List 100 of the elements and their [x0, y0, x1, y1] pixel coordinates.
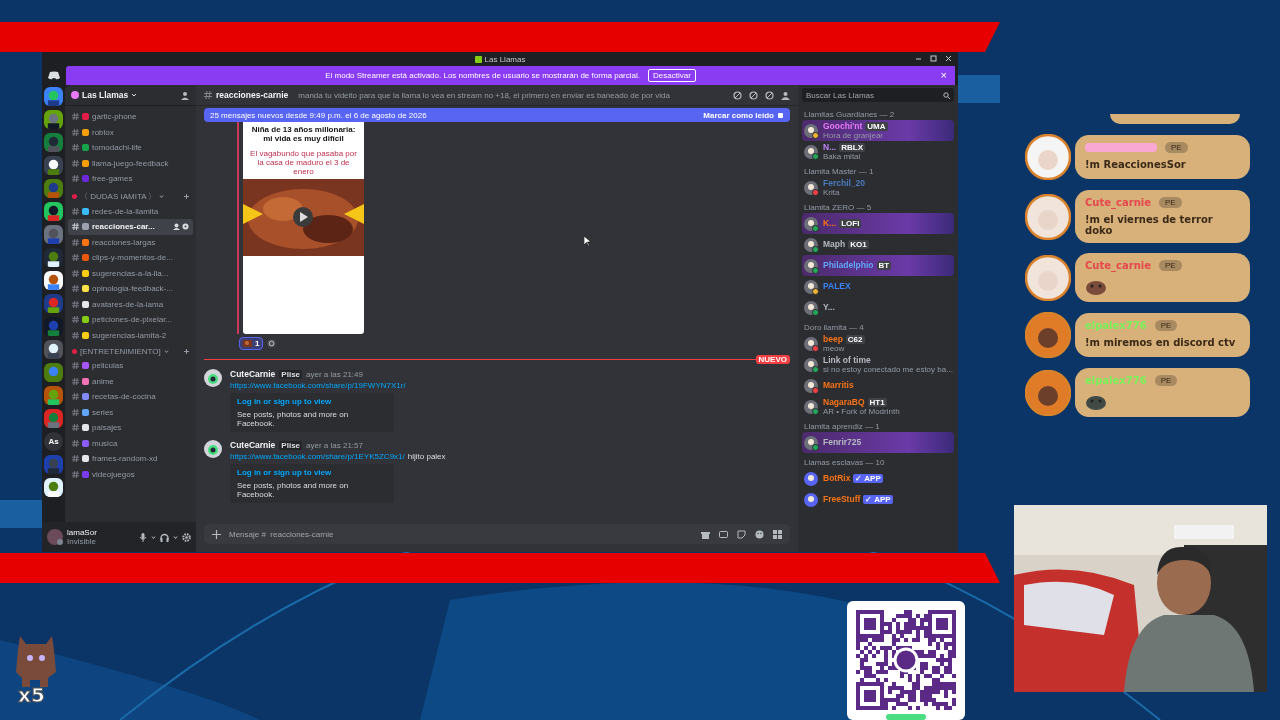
member-item[interactable]: PALEX — [802, 276, 954, 297]
add-reaction-icon[interactable] — [267, 339, 277, 348]
server-name[interactable]: Las Llamas — [82, 90, 129, 100]
timestamp: ayer a las 21:49 — [306, 369, 363, 379]
sticker-icon[interactable] — [737, 529, 746, 539]
member-activity: Krita — [823, 187, 841, 197]
message-link[interactable]: https://www.facebook.com/share/p/19FWYN7X1r/ — [230, 381, 406, 390]
add-icon[interactable] — [184, 349, 189, 354]
channel-item[interactable]: sugerencias-iamita-2 — [68, 327, 193, 343]
channel-item[interactable]: peticiones-de-pixelar... — [68, 312, 193, 328]
chat-username: Cute_carnie — [1085, 197, 1151, 208]
channel-item[interactable]: peliculas — [68, 358, 193, 374]
message-composer[interactable]: Mensaje # reacciones-carnie — [204, 524, 790, 544]
add-icon[interactable] — [212, 529, 221, 539]
country-badge: PE — [1158, 197, 1182, 208]
chat-message: !m ReaccionesSor — [1085, 159, 1187, 170]
channel-item[interactable]: musica — [68, 435, 193, 451]
member-activity: meow — [823, 343, 846, 353]
disable-button[interactable]: Desactivar — [648, 69, 696, 82]
user-avatar[interactable] — [47, 529, 63, 545]
chevron-icon[interactable] — [173, 534, 178, 540]
channel-item[interactable]: roblox — [68, 124, 193, 140]
hash-icon — [204, 91, 212, 99]
search-icon[interactable] — [943, 91, 950, 99]
member-item[interactable]: Goochi'nt UMA Hora de granjear — [802, 120, 954, 141]
member-item[interactable]: Marritis — [802, 375, 954, 396]
member-activity: si no estoy conectado me estoy ba... — [823, 364, 952, 374]
gif-icon[interactable] — [719, 529, 728, 539]
settings-icon[interactable] — [182, 532, 191, 542]
close-button[interactable]: × — [940, 69, 947, 81]
member-item[interactable]: Fenrir725 — [802, 432, 954, 453]
server-icon[interactable]: As — [44, 432, 63, 451]
user-avatar — [804, 492, 818, 507]
chevron-icon[interactable] — [151, 534, 156, 540]
mark-read-button[interactable]: Marcar como leído — [703, 110, 784, 120]
emoji-icon[interactable] — [755, 529, 764, 539]
channel-item[interactable]: frames-random-xd — [68, 451, 193, 467]
category-label[interactable]: 〈 DUDAS IAMITA 〉 — [80, 190, 157, 202]
member-name: Philadelphio — [823, 261, 874, 270]
channel-item[interactable]: series — [68, 404, 193, 420]
member-item[interactable]: BotRix ✓ APP — [802, 468, 954, 489]
headphones-icon[interactable] — [160, 532, 169, 542]
mute-icon[interactable] — [749, 90, 758, 100]
pin-icon[interactable] — [765, 90, 774, 100]
member-item[interactable]: FreeStuff ✓ APP — [802, 489, 954, 510]
channel-item[interactable]: gartic-phone — [68, 109, 193, 125]
close-icon[interactable] — [945, 55, 952, 62]
channel-item[interactable]: anime — [68, 373, 193, 389]
member-item[interactable]: Philadelphio BT — [802, 255, 954, 276]
channel-item[interactable]: reacciones-largas — [68, 234, 193, 250]
member-item[interactable]: N... RBLX Baka mitai — [802, 141, 954, 162]
message-link[interactable]: https://www.facebook.com/share/p/1EYK5ZC9x1/ — [230, 452, 405, 461]
embed-title[interactable]: Log in or sign up to view — [237, 468, 387, 477]
embed-title[interactable]: Log in or sign up to view — [237, 397, 387, 406]
message-field[interactable]: Mensaje # reacciones-carnie — [229, 529, 693, 539]
member-item[interactable]: Maph KO1 — [802, 234, 954, 255]
user-name: lamaSor — [67, 528, 97, 537]
channel-item[interactable]: avatares-de-la-iama — [68, 296, 193, 312]
search-field[interactable]: Buscar Las Llamas — [806, 90, 943, 100]
author-name[interactable]: CuteCarnie — [230, 369, 276, 379]
channel-item[interactable]: paisajes — [68, 420, 193, 436]
member-item[interactable]: Ferchil_20 Krita — [802, 177, 954, 198]
channel-item[interactable]: opinologia-feedback-... — [68, 281, 193, 297]
add-icon[interactable] — [184, 193, 189, 199]
role-header: Llamita aprendiz — 1 — [803, 421, 881, 432]
member-item[interactable]: Y... — [802, 297, 954, 318]
video-thumbnail[interactable]: Niña de 13 años millonaria: mi vida es muy difícil El vagabundo que pasaba por la casa de maduro el 3 de enero — [243, 122, 364, 334]
channel-item[interactable]: tomodachi-life — [68, 140, 193, 156]
channel-item[interactable]: reacciones-car... — [68, 219, 193, 235]
channel-item[interactable]: videojuegos — [68, 466, 193, 482]
member-item[interactable]: beep C62 meow — [802, 333, 954, 354]
channel-item[interactable]: recetas-de-cocina — [68, 389, 193, 405]
member-item[interactable]: Link of time si no estoy conectado me estoy ba... — [802, 354, 954, 375]
member-item[interactable]: K... LOFI — [802, 213, 954, 234]
member-item[interactable]: NagaraBQ HT1 AR • Fork of Modrinth — [802, 396, 954, 417]
channel-item[interactable]: llama-juego-feedback — [68, 155, 193, 171]
search-box[interactable]: Buscar Las Llamas — [802, 88, 954, 102]
app-logo-icon[interactable] — [48, 71, 60, 80]
microphone-icon[interactable] — [139, 532, 147, 542]
minimize-icon[interactable] — [915, 55, 922, 62]
user-avatar[interactable] — [204, 369, 222, 387]
apps-icon[interactable] — [773, 529, 782, 539]
channel-item[interactable]: redes-de-la-llamita — [68, 203, 193, 219]
hash-icon — [72, 128, 79, 136]
threads-icon[interactable] — [733, 90, 742, 100]
gift-icon[interactable] — [701, 529, 710, 539]
settings-icon[interactable] — [182, 223, 189, 231]
invite-icon[interactable] — [181, 90, 190, 100]
overlay-tab — [958, 75, 1000, 103]
channel-item[interactable]: sugerencias-a-la-lla... — [68, 265, 193, 281]
maximize-icon[interactable] — [930, 55, 937, 62]
channel-item[interactable]: free-games — [68, 171, 193, 187]
invite-icon[interactable] — [173, 223, 180, 231]
user-avatar[interactable] — [204, 440, 222, 458]
member-activity: AR • Fork of Modrinth — [823, 406, 900, 416]
members-icon[interactable] — [781, 90, 790, 100]
channel-item[interactable]: clips-y-momentos-de... — [68, 250, 193, 266]
category-label[interactable]: [ENTRETENIMIENTO] — [80, 347, 161, 356]
author-name[interactable]: CuteCarnie — [230, 440, 276, 450]
reaction-chip[interactable]: 1 — [239, 337, 264, 350]
